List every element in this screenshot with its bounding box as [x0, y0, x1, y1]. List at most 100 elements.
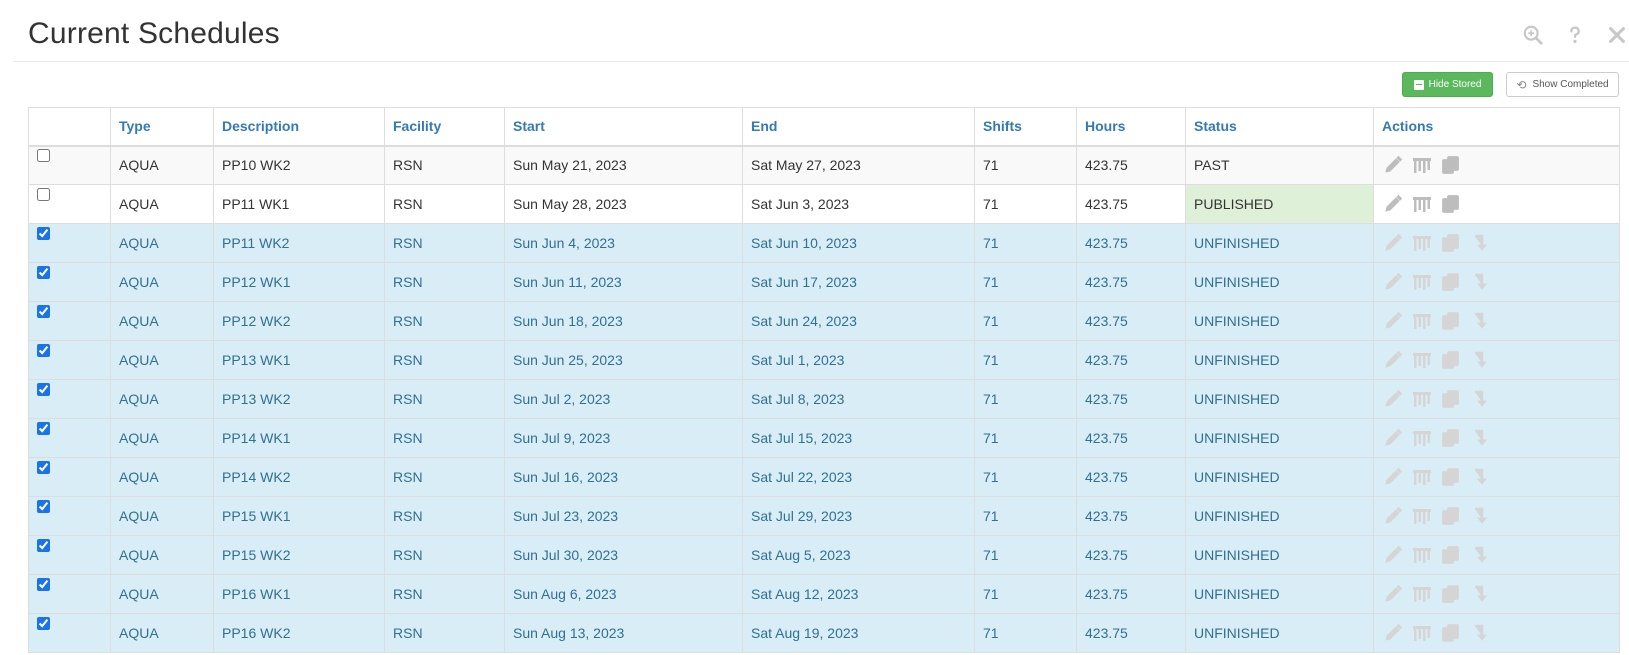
- chart-icon[interactable]: [1411, 622, 1433, 644]
- row-select-checkbox[interactable]: [37, 578, 50, 591]
- chart-icon[interactable]: [1411, 310, 1433, 332]
- table-row[interactable]: AQUA PP14 WK2 RSN Sun Jul 16, 2023 Sat Jul 2…: [28, 457, 1620, 497]
- table-row[interactable]: AQUA PP12 WK2 RSN Sun Jun 18, 2023 Sat Jun 2…: [28, 301, 1620, 341]
- publish-arrow-icon[interactable]: [1469, 583, 1491, 605]
- table-row[interactable]: AQUA PP16 WK2 RSN Sun Aug 13, 2023 Sat Aug 1…: [28, 613, 1620, 653]
- row-select-checkbox[interactable]: [37, 500, 50, 513]
- column-header-hours[interactable]: Hours: [1076, 107, 1186, 147]
- show-completed-button[interactable]: ⟲ Show Completed: [1506, 72, 1619, 97]
- edit-icon[interactable]: [1382, 466, 1404, 488]
- page-header: Current Schedules: [13, 0, 1629, 62]
- table-row[interactable]: AQUA PP11 WK2 RSN Sun Jun 4, 2023 Sat Jun 10…: [28, 223, 1620, 263]
- cell-type: AQUA: [110, 340, 214, 380]
- cell-shifts: 71: [974, 496, 1077, 536]
- publish-arrow-icon[interactable]: [1469, 427, 1491, 449]
- copy-icon[interactable]: [1440, 154, 1462, 176]
- copy-icon[interactable]: [1440, 427, 1462, 449]
- edit-icon[interactable]: [1382, 193, 1404, 215]
- publish-arrow-icon[interactable]: [1469, 544, 1491, 566]
- publish-arrow-icon[interactable]: [1469, 232, 1491, 254]
- chart-icon[interactable]: [1411, 505, 1433, 527]
- column-header-start[interactable]: Start: [504, 107, 743, 147]
- table-row[interactable]: AQUA PP12 WK1 RSN Sun Jun 11, 2023 Sat Jun 1…: [28, 262, 1620, 302]
- publish-arrow-icon[interactable]: [1469, 622, 1491, 644]
- copy-icon[interactable]: [1440, 466, 1462, 488]
- edit-icon[interactable]: [1382, 349, 1404, 371]
- copy-icon[interactable]: [1440, 271, 1462, 293]
- row-select-checkbox[interactable]: [37, 539, 50, 552]
- row-select-checkbox[interactable]: [37, 266, 50, 279]
- column-header-status[interactable]: Status: [1185, 107, 1374, 147]
- zoom-in-icon[interactable]: [1521, 24, 1545, 48]
- edit-icon[interactable]: [1382, 310, 1404, 332]
- cell-hours: 423.75: [1076, 418, 1186, 458]
- chart-icon[interactable]: [1411, 388, 1433, 410]
- close-icon[interactable]: [1605, 24, 1629, 48]
- cell-start: Sun Jun 25, 2023: [504, 340, 743, 380]
- row-select-checkbox[interactable]: [37, 383, 50, 396]
- copy-icon[interactable]: [1440, 388, 1462, 410]
- publish-arrow-icon[interactable]: [1469, 505, 1491, 527]
- chart-icon[interactable]: [1411, 193, 1433, 215]
- chart-icon[interactable]: [1411, 232, 1433, 254]
- copy-icon[interactable]: [1440, 349, 1462, 371]
- publish-arrow-icon[interactable]: [1469, 388, 1491, 410]
- copy-icon[interactable]: [1440, 505, 1462, 527]
- edit-icon[interactable]: [1382, 505, 1404, 527]
- copy-icon[interactable]: [1440, 622, 1462, 644]
- table-row[interactable]: AQUA PP14 WK1 RSN Sun Jul 9, 2023 Sat Jul 15…: [28, 418, 1620, 458]
- table-row[interactable]: AQUA PP11 WK1 RSN Sun May 28, 2023 Sat Jun 3…: [28, 184, 1620, 224]
- copy-icon[interactable]: [1440, 232, 1462, 254]
- edit-icon[interactable]: [1382, 544, 1404, 566]
- publish-arrow-icon[interactable]: [1469, 271, 1491, 293]
- table-row[interactable]: AQUA PP10 WK2 RSN Sun May 21, 2023 Sat May 2…: [28, 145, 1620, 185]
- column-header-facility[interactable]: Facility: [384, 107, 505, 147]
- edit-icon[interactable]: [1382, 622, 1404, 644]
- edit-icon[interactable]: [1382, 271, 1404, 293]
- chart-icon[interactable]: [1411, 466, 1433, 488]
- table-row[interactable]: AQUA PP13 WK1 RSN Sun Jun 25, 2023 Sat Jul 1…: [28, 340, 1620, 380]
- copy-icon[interactable]: [1440, 544, 1462, 566]
- chart-icon[interactable]: [1411, 349, 1433, 371]
- cell-facility: RSN: [384, 457, 505, 497]
- chart-icon[interactable]: [1411, 583, 1433, 605]
- row-select-checkbox[interactable]: [37, 461, 50, 474]
- publish-arrow-icon[interactable]: [1469, 466, 1491, 488]
- row-select-checkbox[interactable]: [37, 305, 50, 318]
- cell-type: AQUA: [110, 184, 214, 224]
- copy-icon[interactable]: [1440, 193, 1462, 215]
- edit-icon[interactable]: [1382, 388, 1404, 410]
- edit-icon[interactable]: [1382, 427, 1404, 449]
- table-row[interactable]: AQUA PP16 WK1 RSN Sun Aug 6, 2023 Sat Aug 12…: [28, 574, 1620, 614]
- chart-icon[interactable]: [1411, 271, 1433, 293]
- row-select-checkbox[interactable]: [37, 149, 50, 163]
- row-select-checkbox[interactable]: [37, 188, 50, 201]
- table-header-row: Type Description Facility Start End Shif…: [28, 107, 1620, 147]
- row-select-checkbox[interactable]: [37, 227, 50, 240]
- publish-arrow-icon[interactable]: [1469, 349, 1491, 371]
- column-header-description[interactable]: Description: [213, 107, 385, 147]
- help-icon[interactable]: [1563, 24, 1587, 48]
- publish-arrow-icon[interactable]: [1469, 310, 1491, 332]
- copy-icon[interactable]: [1440, 583, 1462, 605]
- row-select-checkbox[interactable]: [37, 344, 50, 357]
- edit-icon[interactable]: [1382, 154, 1404, 176]
- row-select-checkbox[interactable]: [37, 617, 50, 630]
- table-row[interactable]: AQUA PP13 WK2 RSN Sun Jul 2, 2023 Sat Jul 8,…: [28, 379, 1620, 419]
- chart-icon[interactable]: [1411, 544, 1433, 566]
- edit-icon[interactable]: [1382, 583, 1404, 605]
- table-row[interactable]: AQUA PP15 WK2 RSN Sun Jul 30, 2023 Sat Aug 5…: [28, 535, 1620, 575]
- row-select-checkbox[interactable]: [37, 422, 50, 435]
- column-header-end[interactable]: End: [742, 107, 975, 147]
- chart-icon[interactable]: [1411, 154, 1433, 176]
- hide-stored-button[interactable]: Hide Stored: [1402, 72, 1493, 97]
- column-header-shifts[interactable]: Shifts: [974, 107, 1077, 147]
- table-row[interactable]: AQUA PP15 WK1 RSN Sun Jul 23, 2023 Sat Jul 2…: [28, 496, 1620, 536]
- cell-start: Sun Jul 2, 2023: [504, 379, 743, 419]
- edit-icon[interactable]: [1382, 232, 1404, 254]
- chart-icon[interactable]: [1411, 427, 1433, 449]
- column-header-type[interactable]: Type: [110, 107, 214, 147]
- cell-start: Sun Jul 30, 2023: [504, 535, 743, 575]
- copy-icon[interactable]: [1440, 310, 1462, 332]
- row-select-cell: [28, 340, 111, 380]
